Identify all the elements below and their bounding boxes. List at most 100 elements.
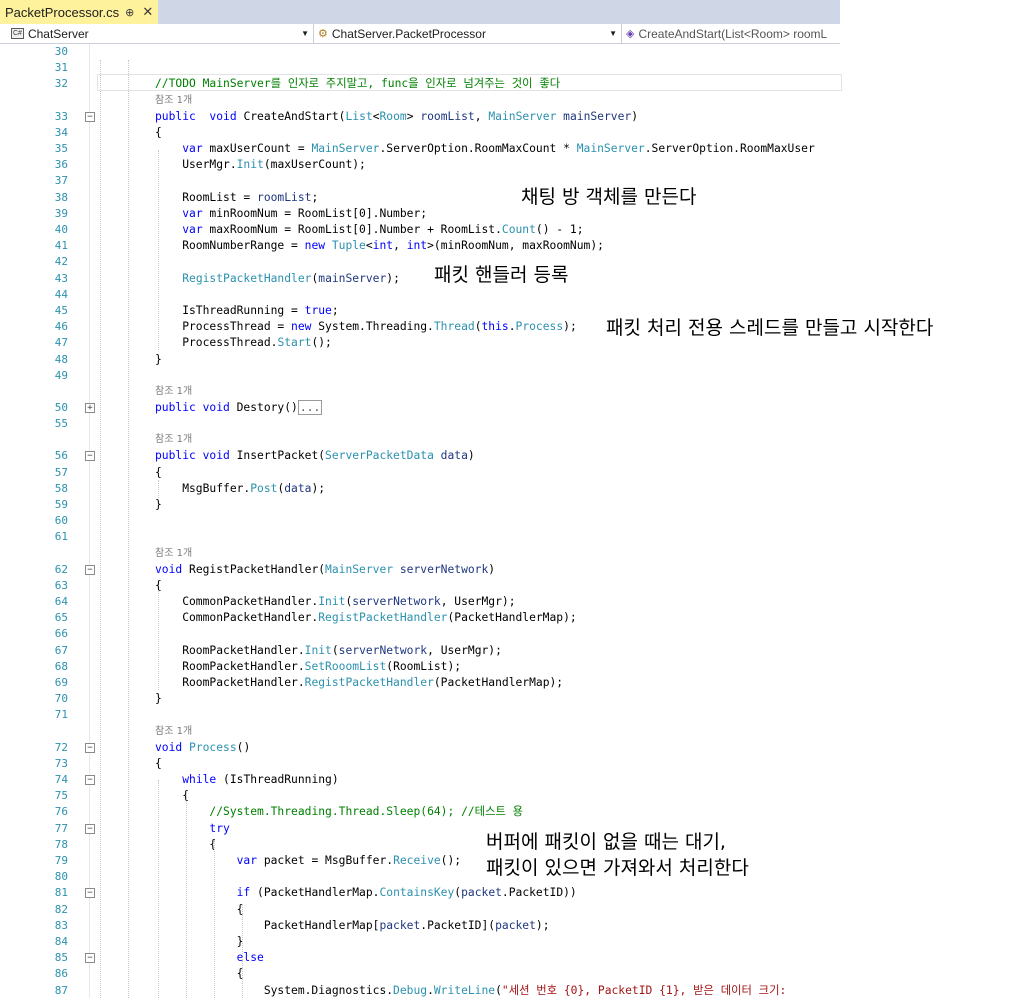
code-line[interactable]: 36 UserMgr.Init(maxUserCount);	[0, 157, 840, 173]
code-line[interactable]: 42	[0, 254, 840, 270]
code-text: {	[155, 756, 162, 770]
line-number: 78	[54, 837, 68, 851]
collapse-region-icon[interactable]: −	[85, 823, 95, 834]
code-line[interactable]: 32 //TODO MainServer를 인자로 주지말고, func을 인자로…	[0, 76, 840, 92]
code-line[interactable]: 56 − public void InsertPacket(ServerPacket…	[0, 448, 840, 464]
code-line[interactable]: 58 MsgBuffer.Post(data);	[0, 481, 840, 497]
reference-count-label[interactable]: 참조 1개	[155, 385, 192, 399]
reference-count-label[interactable]: 참조 1개	[155, 433, 192, 447]
line-number: 72	[54, 740, 68, 754]
line-number: 86	[54, 967, 68, 981]
code-line[interactable]: 40 var maxRoomNum = RoomList[0].Number +…	[0, 222, 840, 238]
reference-count-label[interactable]: 참조 1개	[155, 94, 192, 108]
code-line[interactable]: 69 RoomPacketHandler.RegistPacketHandler…	[0, 675, 840, 691]
collapse-region-icon[interactable]: −	[85, 111, 95, 122]
code-text: void Process()	[155, 740, 251, 754]
line-number: 85	[54, 951, 68, 965]
code-line[interactable]: 43 RegistPacketHandler(mainServer);	[0, 271, 840, 287]
code-line[interactable]: 48}	[0, 352, 840, 368]
code-line[interactable]: 71	[0, 707, 840, 723]
code-line[interactable]: 31	[0, 60, 840, 76]
collapse-region-icon[interactable]: −	[85, 775, 95, 785]
pin-icon[interactable]: ⊕	[125, 6, 134, 19]
code-line[interactable]: 57 {	[0, 465, 840, 481]
code-line[interactable]: 37	[0, 173, 840, 189]
code-line[interactable]: 76 //System.Threading.Thread.Sleep(64); …	[0, 804, 840, 820]
code-line[interactable]: 44	[0, 287, 840, 303]
code-line[interactable]: 73 {	[0, 756, 840, 772]
line-number: 75	[54, 789, 68, 803]
line-number: 84	[54, 935, 68, 948]
code-line[interactable]: 84 }	[0, 934, 840, 950]
code-line[interactable]: 34 {	[0, 125, 840, 141]
code-text: else	[236, 951, 264, 965]
code-line[interactable]: 64 CommonPacketHandler.Init(serverNetwor…	[0, 594, 840, 610]
annotation-buffer-wait-2: 패킷이 있으면 가져와서 처리한다	[486, 857, 749, 879]
code-line[interactable]: 70}	[0, 691, 840, 707]
code-line[interactable]: 83 PacketHandlerMap[packet.PacketID](pac…	[0, 918, 840, 934]
code-text: RoomNumberRange = new Tuple<int, int>(mi…	[155, 239, 604, 253]
code-text: }	[155, 692, 162, 706]
line-number: 74	[54, 773, 68, 786]
line-number: 38	[54, 190, 68, 204]
code-line[interactable]: 38 RoomList = roomList;	[0, 190, 840, 206]
indent-guide	[158, 590, 159, 690]
collapse-region-icon[interactable]: −	[85, 888, 95, 899]
code-line[interactable]: 87 System.Diagnostics.Debug.WriteLine("세…	[0, 983, 840, 999]
line-number: 62	[54, 562, 68, 576]
code-line[interactable]: 72 − void Process()	[0, 740, 840, 756]
code-line[interactable]: 50 + public void Destory()...	[0, 400, 840, 416]
code-line[interactable]: 74 − while (IsThreadRunning)	[0, 772, 840, 788]
project-dropdown[interactable]: C# ChatServer ▼	[7, 24, 314, 43]
code-line[interactable]: 66	[0, 626, 840, 642]
csharp-project-icon: C#	[11, 28, 24, 39]
class-name: ChatServer.PacketProcessor	[331, 26, 486, 41]
code-line[interactable]: 63{	[0, 578, 840, 594]
code-line[interactable]: 59}	[0, 497, 840, 513]
code-line[interactable]: 67 RoomPacketHandler.Init(serverNetwork,…	[0, 643, 840, 659]
line-number: 59	[54, 498, 68, 511]
line-number: 39	[54, 206, 68, 220]
code-line[interactable]: 61	[0, 529, 840, 545]
code-line[interactable]: 35 var maxUserCount = MainServer.ServerO…	[0, 141, 840, 157]
code-text: public void CreateAndStart(List<Room> ro…	[155, 109, 639, 123]
code-line[interactable]: 30	[0, 44, 840, 60]
collapse-region-icon[interactable]: −	[85, 953, 95, 964]
collapse-region-icon[interactable]: −	[85, 451, 95, 462]
code-line[interactable]: 62 − void RegistPacketHandler(MainServer s…	[0, 562, 840, 578]
code-line[interactable]: 81 − if (PacketHandlerMap.ContainsKey(pac…	[0, 885, 840, 901]
code-line[interactable]: 41 RoomNumberRange = new Tuple<int, int>…	[0, 238, 840, 254]
expand-region-icon[interactable]: +	[85, 403, 95, 413]
code-line[interactable]: 68 RoomPacketHandler.SetRooomList(RoomLi…	[0, 659, 840, 675]
member-dropdown[interactable]: ◈ CreateAndStart(List<Room> roomL	[622, 24, 840, 43]
line-number: 41	[54, 239, 68, 253]
code-line[interactable]: 39 var minRoomNum = RoomList[0].Number;	[0, 206, 840, 222]
tab-filename: PacketProcessor.cs	[5, 4, 120, 20]
code-line[interactable]: 85 − else	[0, 950, 840, 966]
code-line[interactable]: 65 CommonPacketHandler.RegistPacketHandl…	[0, 610, 840, 626]
reference-count-label[interactable]: 참조 1개	[155, 547, 192, 561]
code-line[interactable]: 75 {	[0, 788, 840, 804]
code-text: if (PacketHandlerMap.ContainsKey(packet.…	[236, 886, 577, 900]
code-line[interactable]: 82 {	[0, 902, 840, 918]
collapse-region-icon[interactable]: −	[85, 742, 95, 753]
project-name: ChatServer	[27, 26, 89, 41]
code-text: {	[155, 789, 190, 803]
indent-guide	[158, 780, 159, 998]
line-number: 67	[54, 643, 68, 657]
class-dropdown[interactable]: ⚙ ChatServer.PacketProcessor ▼	[314, 24, 622, 43]
tab-packetprocessor-cs[interactable]: PacketProcessor.cs ⊕ ✕	[0, 0, 158, 24]
code-line[interactable]: 33 − public void CreateAndStart(List<Room>…	[0, 109, 840, 125]
line-number: 64	[54, 595, 68, 608]
line-number: 37	[54, 174, 68, 188]
code-line[interactable]: 55	[0, 416, 840, 432]
code-line[interactable]: 60	[0, 513, 840, 529]
close-icon[interactable]: ✕	[142, 5, 153, 20]
code-text: var minRoomNum = RoomList[0].Number;	[182, 206, 428, 220]
code-line[interactable]: 86 {	[0, 966, 840, 982]
line-number: 43	[54, 271, 68, 285]
reference-count-label[interactable]: 참조 1개	[155, 725, 192, 739]
code-text: }	[155, 935, 244, 948]
code-line[interactable]: 49	[0, 368, 840, 384]
collapse-region-icon[interactable]: −	[85, 564, 95, 575]
